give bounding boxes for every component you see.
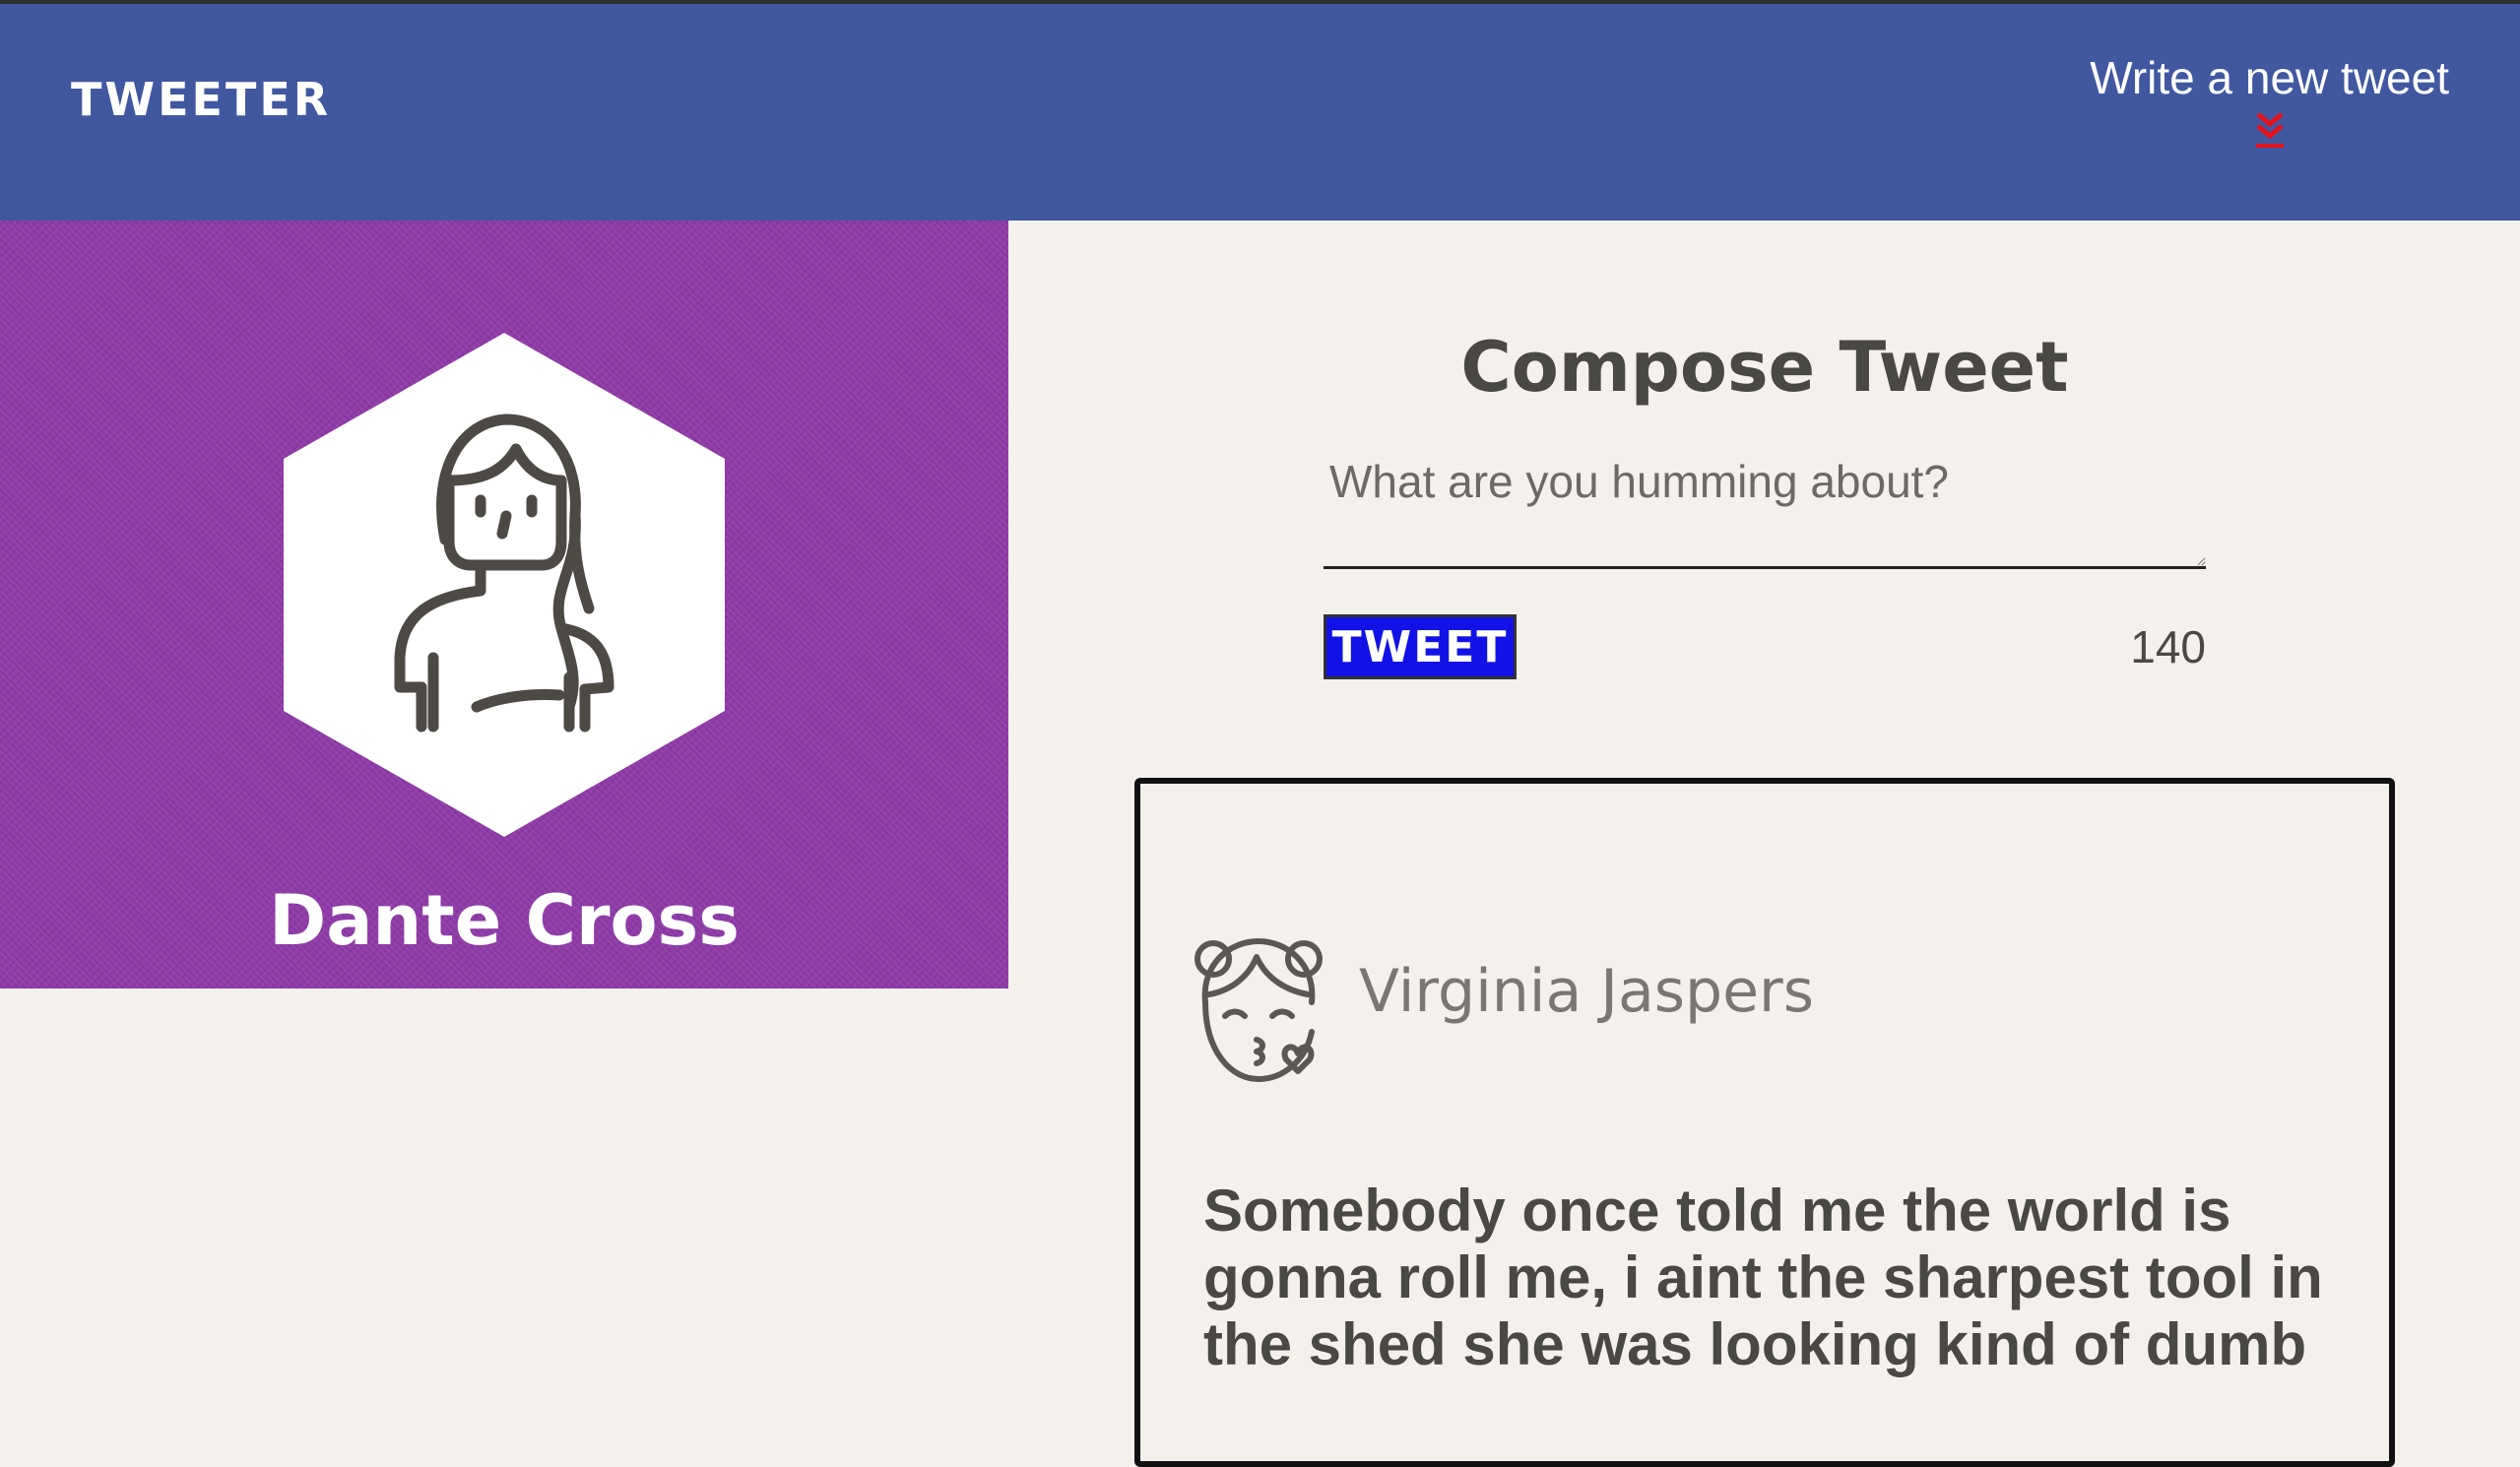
tweet-card: Virginia Jaspers Somebody once told me t… <box>1134 778 2395 1467</box>
profile-banner: Dante Cross <box>0 221 1008 989</box>
compose-title: Compose Tweet <box>1460 327 2069 408</box>
compose-tweet-section: Compose Tweet TWEET 140 <box>1324 221 2206 679</box>
tweet-text: Somebody once told me the world is gonna… <box>1203 1178 2323 1377</box>
woman-avatar-icon <box>284 333 725 837</box>
tweet-author-name[interactable]: Virginia Jaspers <box>1359 957 1814 1026</box>
brand-logo[interactable]: TWEETER <box>71 73 331 126</box>
write-new-tweet-link[interactable]: Write a new tweet <box>2090 51 2449 150</box>
profile-name: Dante Cross <box>269 880 740 961</box>
char-counter: 140 <box>2130 621 2206 672</box>
double-chevron-down-icon <box>2255 112 2284 148</box>
write-new-tweet-label: Write a new tweet <box>2090 52 2449 103</box>
tweet-textarea[interactable] <box>1324 447 2206 569</box>
compose-actions: TWEET 140 <box>1324 614 2206 679</box>
girl-kiss-avatar-icon <box>1195 938 1323 1082</box>
top-nav-bar: TWEETER Write a new tweet <box>0 4 2520 221</box>
tweet-button[interactable]: TWEET <box>1324 614 1517 679</box>
